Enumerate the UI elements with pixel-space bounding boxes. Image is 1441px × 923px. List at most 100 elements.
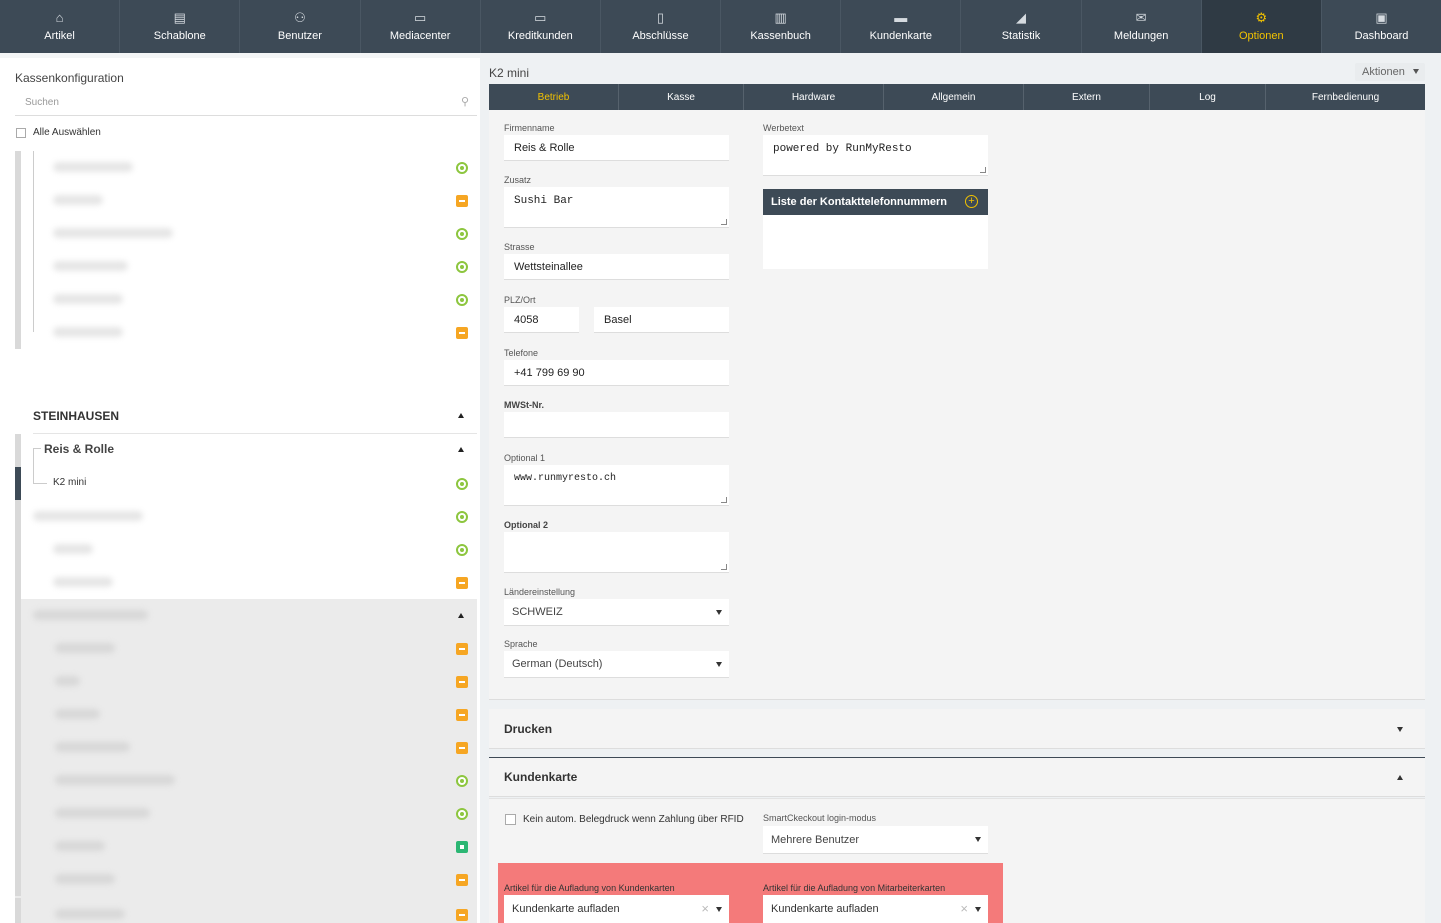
sprache-select[interactable]: German (Deutsch) <box>504 651 729 678</box>
tree-list-overflow <box>15 898 477 923</box>
strasse-field[interactable]: Wettsteinallee <box>504 254 729 280</box>
tree-item[interactable] <box>15 632 477 665</box>
tree-item[interactable] <box>15 566 477 599</box>
chevron-down-icon <box>716 610 722 615</box>
mitarbeiterkarten-article-select[interactable]: Kundenkarte aufladen × <box>763 895 988 923</box>
section-kundenkarte[interactable]: Kundenkarte <box>489 757 1425 797</box>
resize-handle-icon[interactable] <box>721 219 727 225</box>
checkbox[interactable] <box>505 814 516 825</box>
optional2-field[interactable] <box>504 532 729 573</box>
rfid-checkbox[interactable]: Kein autom. Belegdruck wenn Zahlung über… <box>505 814 744 825</box>
status-icon <box>456 577 468 589</box>
status-icon <box>456 511 468 523</box>
dashboard-icon: ▣ <box>1375 10 1388 25</box>
resize-handle-icon[interactable] <box>721 497 727 503</box>
nav-optionen[interactable]: ⚙ Optionen <box>1201 0 1322 53</box>
book-icon: ▥ <box>774 10 787 25</box>
group-steinhausen[interactable]: STEINHAUSEN <box>33 409 119 423</box>
config-tabs: Betrieb Kasse Hardware Allgemein Extern … <box>489 84 1425 110</box>
resize-handle-icon[interactable] <box>980 167 986 173</box>
betrieb-form: Firmenname Reis & Rolle Zusatz Sushi Bar… <box>489 110 1425 700</box>
tree-item[interactable] <box>15 698 477 731</box>
optional1-field[interactable]: www.runmyresto.ch <box>504 465 729 506</box>
subgroup-reis-rolle[interactable]: Reis & Rolle <box>15 434 477 467</box>
tab-log[interactable]: Log <box>1150 84 1266 110</box>
nav-schablone[interactable]: ▤ Schablone <box>120 0 241 53</box>
kundenkarten-article-select[interactable]: Kundenkarte aufladen × <box>504 895 729 923</box>
clear-icon[interactable]: × <box>701 901 709 916</box>
zusatz-field[interactable]: Sushi Bar <box>504 187 729 228</box>
resize-handle-icon[interactable] <box>721 564 727 570</box>
tree-item[interactable] <box>15 665 477 698</box>
add-icon[interactable]: + <box>965 195 978 208</box>
tree-item[interactable] <box>15 151 477 184</box>
nav-abschluesse[interactable]: ▯ Abschlüsse <box>601 0 722 53</box>
tab-extern[interactable]: Extern <box>1024 84 1150 110</box>
nav-meldungen[interactable]: ✉ Meldungen <box>1082 0 1202 53</box>
nav-kundenkarte[interactable]: ▬ Kundenkarte <box>841 0 962 53</box>
nav-benutzer[interactable]: ⚇ Benutzer <box>240 0 361 53</box>
page-title: K2 mini <box>489 66 530 80</box>
clear-icon[interactable]: × <box>960 901 968 916</box>
land-select[interactable]: SCHWEIZ <box>504 599 729 626</box>
werbetext-field[interactable]: powered by RunMyResto <box>763 135 988 176</box>
config-tree-panel: Kassenkonfiguration Suchen ⚲ Alle Auswäh… <box>0 53 480 923</box>
collapse-caret-icon[interactable] <box>458 413 464 418</box>
nav-statistik[interactable]: ◢ Statistik <box>961 0 1082 53</box>
tree-item[interactable] <box>15 184 477 217</box>
monitor-icon: ▭ <box>413 10 427 25</box>
smartcheckout-select[interactable]: Mehrere Benutzer <box>763 826 988 854</box>
mwst-field[interactable] <box>504 412 729 438</box>
checkbox[interactable] <box>16 127 26 138</box>
status-icon <box>456 294 468 306</box>
actions-dropdown[interactable]: Aktionen <box>1355 63 1425 81</box>
tree-item[interactable] <box>15 283 477 316</box>
plz-field[interactable]: 4058 <box>504 307 579 333</box>
users-icon: ⚇ <box>294 10 306 25</box>
tree-item[interactable] <box>15 863 477 896</box>
chart-icon: ◢ <box>1015 10 1026 25</box>
tree-item[interactable] <box>15 500 477 533</box>
status-icon <box>456 261 468 273</box>
tree-item[interactable] <box>15 316 477 349</box>
status-icon <box>456 228 468 240</box>
ort-field[interactable]: Basel <box>594 307 729 333</box>
tab-betrieb[interactable]: Betrieb <box>489 84 619 110</box>
tab-kasse[interactable]: Kasse <box>619 84 744 110</box>
nav-dashboard[interactable]: ▣ Dashboard <box>1322 0 1441 53</box>
nav-artikel[interactable]: ⌂ Artikel <box>0 0 121 53</box>
chevron-down-icon <box>975 907 981 912</box>
tree-item-k2-mini[interactable]: K2 mini <box>15 467 477 500</box>
collapse-caret-icon[interactable] <box>458 447 464 452</box>
credit-card-icon: ▭ <box>534 10 547 25</box>
tree-item[interactable] <box>15 898 477 923</box>
highlighted-region: Artikel für die Aufladung von Kundenkart… <box>498 863 1003 923</box>
collapse-caret-icon[interactable] <box>458 613 464 618</box>
status-icon <box>456 162 468 174</box>
chevron-down-icon <box>975 837 981 842</box>
section-drucken[interactable]: Drucken <box>489 709 1425 749</box>
tree-item[interactable] <box>15 250 477 283</box>
tab-fernbedienung[interactable]: Fernbedienung <box>1266 84 1425 110</box>
select-all-checkbox[interactable]: Alle Auswählen <box>16 127 101 138</box>
telefone-field[interactable]: +41 799 69 90 <box>504 360 729 386</box>
nav-kreditkunden[interactable]: ▭ Kreditkunden <box>481 0 601 53</box>
search-input[interactable]: Suchen ⚲ <box>15 90 477 116</box>
tree-item[interactable] <box>15 764 477 797</box>
tab-hardware[interactable]: Hardware <box>744 84 884 110</box>
tab-allgemein[interactable]: Allgemein <box>884 84 1024 110</box>
status-icon <box>456 808 468 820</box>
tree-item[interactable] <box>15 217 477 250</box>
chevron-down-icon <box>1413 69 1419 74</box>
tree-item[interactable] <box>15 830 477 863</box>
status-icon <box>456 841 468 853</box>
firmenname-field[interactable]: Reis & Rolle <box>504 135 729 161</box>
group-head-blurred[interactable] <box>15 599 477 632</box>
status-icon <box>456 544 468 556</box>
nav-mediacenter[interactable]: ▭ Mediacenter <box>361 0 481 53</box>
tree-item[interactable] <box>15 731 477 764</box>
top-navigation: ⌂ Artikel ▤ Schablone ⚇ Benutzer ▭ Mediacent… <box>0 0 1441 53</box>
tree-item[interactable] <box>15 797 477 830</box>
tree-item[interactable] <box>15 533 477 566</box>
nav-kassenbuch[interactable]: ▥ Kassenbuch <box>721 0 842 53</box>
